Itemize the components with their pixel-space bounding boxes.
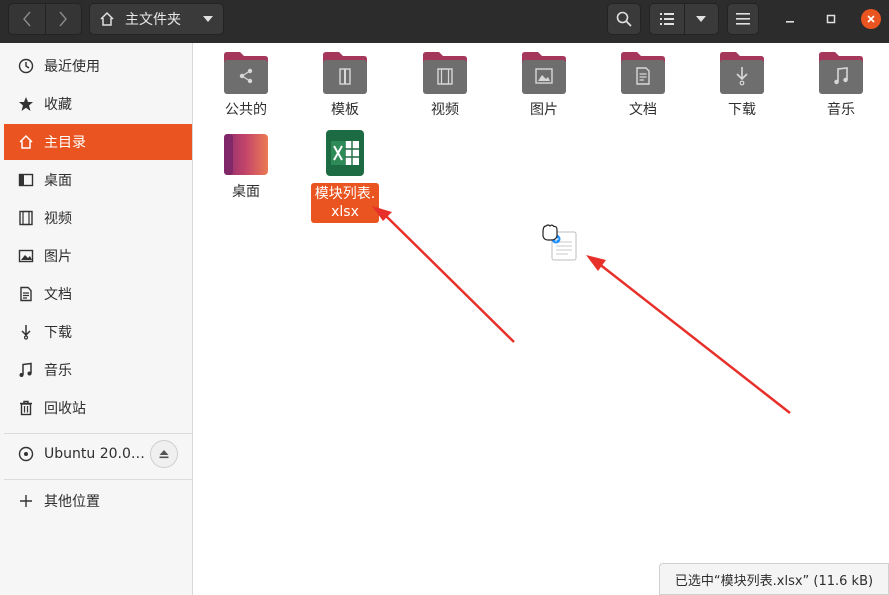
file-name: 模块列表. xlsx [310,183,380,223]
folder-item-music[interactable]: 音乐 [798,51,884,119]
download-folder-icon [720,52,764,94]
clock-icon [18,58,34,74]
sidebar-item-label: 其他位置 [44,494,100,510]
picture-icon [18,248,34,264]
sidebar-item-other-locations[interactable]: 其他位置 [4,483,192,519]
folder-item-pictures[interactable]: 图片 [501,51,587,119]
file-name: 图片 [530,102,558,118]
sidebar-item-recent[interactable]: 最近使用 [4,48,192,84]
chevron-down-icon [696,16,707,22]
file-name: 公共的 [225,102,267,118]
sidebar-item-pictures[interactable]: 图片 [4,238,192,274]
folder-item-templates[interactable]: 模板 [302,51,388,119]
search-button[interactable] [607,3,641,35]
view-dropdown-button[interactable] [683,4,719,34]
video-folder-icon [423,52,467,94]
sidebar-item-documents[interactable]: 文档 [4,276,192,312]
maximize-icon [826,14,836,24]
status-text: 已选中“模块列表.xlsx” (11.6 kB) [674,573,874,589]
sidebar-item-label: 视频 [44,211,72,227]
star-icon [18,96,34,112]
sidebar-separator [4,479,192,480]
sidebar-item-videos[interactable]: 视频 [4,200,192,236]
search-icon [616,11,632,27]
folder-item-desktop[interactable]: 桌面 [203,133,289,201]
path-bar-home-button[interactable]: 主文件夹 [89,3,224,35]
sidebar-item-label: 音乐 [44,363,72,379]
trash-icon [18,400,34,416]
music-icon [18,362,34,378]
chevron-down-icon [203,16,213,22]
hamburger-icon [736,13,750,25]
sidebar-item-label: 图片 [44,249,72,265]
folder-item-videos[interactable]: 视频 [402,51,488,119]
home-icon [18,134,34,150]
sidebar: 最近使用 收藏 主目录 桌面 视频 图片 文档 下载 音乐 回收站 Ubuntu… [0,43,193,595]
close-button[interactable] [861,9,881,29]
chevron-right-icon [59,11,68,27]
sidebar-item-home[interactable]: 主目录 [4,124,192,160]
maximize-button[interactable] [821,9,841,29]
picture-folder-icon [522,52,566,94]
sidebar-item-label: 回收站 [44,401,86,417]
sidebar-item-label: 收藏 [44,97,72,113]
file-name: 视频 [431,102,459,118]
minimize-icon [786,21,794,23]
sidebar-item-label: 主目录 [44,135,86,151]
header-bar: 主文件夹 [0,0,889,43]
download-icon [18,324,34,340]
file-name-line1: 模块列表. [314,186,376,202]
back-button[interactable] [9,4,45,34]
sidebar-item-music[interactable]: 音乐 [4,352,192,388]
file-view: 公共的 模板 视频 图片 文档 下载 音乐 桌面 模块列表. xlsx [194,43,889,595]
eject-button[interactable] [150,440,178,468]
close-icon [867,15,875,23]
status-bar: 已选中“模块列表.xlsx” (11.6 kB) [659,563,889,595]
share-folder-icon [224,52,268,94]
nav-buttons [8,3,82,35]
chevron-left-icon [23,11,31,27]
folder-item-downloads[interactable]: 下载 [699,51,785,119]
sidebar-item-downloads[interactable]: 下载 [4,314,192,350]
list-view-icon [659,13,674,25]
folder-item-documents[interactable]: 文档 [600,51,686,119]
file-name: 文档 [629,102,657,118]
desktop-icon [18,172,34,188]
spreadsheet-file-icon [326,130,364,176]
home-icon [100,11,114,26]
desktop-folder-icon [224,134,268,175]
music-folder-icon [819,52,863,94]
video-icon [18,210,34,226]
forward-button[interactable] [44,4,81,34]
view-options [649,3,719,35]
sidebar-item-label: Ubuntu 20.0… [44,446,145,462]
minimize-button[interactable] [780,9,800,29]
folder-item-public[interactable]: 公共的 [203,51,289,119]
document-folder-icon [621,52,665,94]
file-name: 音乐 [827,102,855,118]
menu-button[interactable] [727,3,759,35]
file-name: 桌面 [232,184,260,200]
sidebar-item-label: 最近使用 [44,59,100,75]
template-folder-icon [323,52,367,94]
file-name-line2: xlsx [331,204,359,220]
sidebar-item-device[interactable]: Ubuntu 20.0… [4,436,145,472]
sidebar-item-starred[interactable]: 收藏 [4,86,192,122]
sidebar-item-trash[interactable]: 回收站 [4,390,192,426]
sidebar-item-label: 桌面 [44,173,72,189]
file-name: 下载 [728,102,756,118]
sidebar-separator [4,433,192,434]
sidebar-item-label: 文档 [44,287,72,303]
file-manager-window: 主文件夹 最近使用 收藏 主目录 桌面 视频 图片 文档 下载 音乐 回收站 U… [0,0,889,595]
sidebar-item-label: 下载 [44,325,72,341]
document-icon [18,286,34,302]
file-item-spreadsheet[interactable]: 模块列表. xlsx [302,129,388,223]
list-view-button[interactable] [650,4,684,34]
disc-icon [18,446,34,462]
plus-icon [18,493,34,509]
sidebar-item-desktop[interactable]: 桌面 [4,162,192,198]
path-label: 主文件夹 [125,12,181,28]
eject-icon [159,450,169,459]
file-name: 模板 [331,102,359,118]
